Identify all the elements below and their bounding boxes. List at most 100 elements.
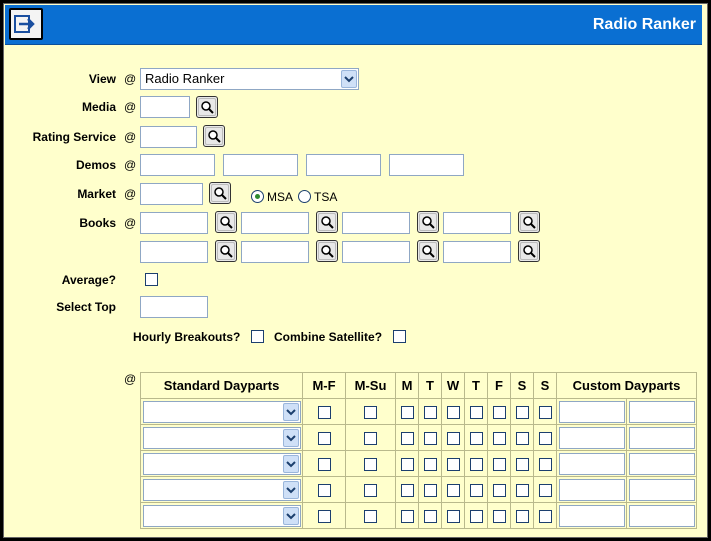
tsa-radio[interactable] xyxy=(298,190,311,203)
combine-satellite-checkbox[interactable] xyxy=(393,330,406,343)
book-input-7[interactable] xyxy=(342,241,410,263)
book-lookup-button-3[interactable] xyxy=(417,211,439,233)
day-checkbox-mon[interactable] xyxy=(400,405,414,419)
day-checkbox-mon[interactable] xyxy=(400,457,414,471)
day-checkbox-fri[interactable] xyxy=(492,483,506,497)
book-lookup-button-4[interactable] xyxy=(518,211,540,233)
standard-daypart-select[interactable] xyxy=(142,400,301,423)
standard-daypart-select[interactable] xyxy=(142,452,301,475)
book-lookup-button-6[interactable] xyxy=(316,240,338,262)
col-m-su: M-Su xyxy=(345,372,396,399)
book-lookup-button-1[interactable] xyxy=(215,211,237,233)
day-checkbox-thu[interactable] xyxy=(469,431,483,445)
day-checkbox-sat[interactable] xyxy=(515,509,529,523)
market-input[interactable] xyxy=(140,183,203,205)
book-lookup-button-5[interactable] xyxy=(215,240,237,262)
custom-daypart-end-input[interactable] xyxy=(628,452,695,475)
day-checkbox-tue[interactable] xyxy=(423,457,437,471)
day-checkbox-tue[interactable] xyxy=(423,483,437,497)
day-checkbox-sun[interactable] xyxy=(538,405,552,419)
day-checkbox-m-f[interactable] xyxy=(317,457,331,471)
book-lookup-button-7[interactable] xyxy=(417,240,439,262)
day-cell-m-f xyxy=(302,398,346,425)
day-checkbox-wed[interactable] xyxy=(446,509,460,523)
book-input-6[interactable] xyxy=(241,241,309,263)
day-checkbox-m-su[interactable] xyxy=(364,509,377,523)
day-checkbox-wed[interactable] xyxy=(446,405,460,419)
day-checkbox-fri[interactable] xyxy=(492,405,506,419)
day-checkbox-wed[interactable] xyxy=(446,483,460,497)
book-input-2[interactable] xyxy=(241,212,309,234)
book-input-1[interactable] xyxy=(140,212,208,234)
day-checkbox-thu[interactable] xyxy=(469,483,483,497)
custom-daypart-end-input[interactable] xyxy=(628,400,695,423)
custom-daypart-start-input[interactable] xyxy=(558,400,625,423)
magnifier-icon xyxy=(422,216,435,229)
book-lookup-button-8[interactable] xyxy=(518,240,540,262)
custom-daypart-start-input[interactable] xyxy=(558,426,625,449)
custom-daypart-start-input[interactable] xyxy=(558,478,625,501)
standard-daypart-select[interactable] xyxy=(142,426,301,449)
custom-daypart-end-input[interactable] xyxy=(628,426,695,449)
day-checkbox-wed[interactable] xyxy=(446,431,460,445)
book-input-5[interactable] xyxy=(140,241,208,263)
day-checkbox-thu[interactable] xyxy=(469,405,483,419)
view-select[interactable]: Radio Ranker xyxy=(140,68,359,90)
day-checkbox-sat[interactable] xyxy=(515,457,529,471)
day-checkbox-fri[interactable] xyxy=(492,509,506,523)
average-checkbox[interactable] xyxy=(145,273,158,286)
go-button[interactable] xyxy=(9,8,43,40)
day-checkbox-tue[interactable] xyxy=(423,405,437,419)
select-top-input[interactable] xyxy=(140,296,208,318)
day-checkbox-mon[interactable] xyxy=(400,431,414,445)
standard-daypart-select[interactable] xyxy=(142,504,301,527)
day-checkbox-thu[interactable] xyxy=(469,509,483,523)
custom-daypart-end-input[interactable] xyxy=(628,504,695,527)
market-lookup-button[interactable] xyxy=(209,182,231,204)
rating-service-at: @ xyxy=(124,130,137,144)
book-input-4[interactable] xyxy=(443,212,511,234)
demo-input-3[interactable] xyxy=(306,154,381,176)
day-checkbox-sat[interactable] xyxy=(515,431,529,445)
day-checkbox-m-su[interactable] xyxy=(364,457,377,471)
day-checkbox-m-su[interactable] xyxy=(364,405,377,419)
day-checkbox-m-su[interactable] xyxy=(364,483,377,497)
col-m-f: M-F xyxy=(302,372,346,399)
day-checkbox-sun[interactable] xyxy=(538,431,552,445)
day-checkbox-fri[interactable] xyxy=(492,457,506,471)
day-checkbox-sat[interactable] xyxy=(515,405,529,419)
day-checkbox-mon[interactable] xyxy=(400,483,414,497)
day-checkbox-sun[interactable] xyxy=(538,483,552,497)
day-checkbox-m-f[interactable] xyxy=(317,405,331,419)
day-cell-sat xyxy=(510,502,534,529)
day-checkbox-thu[interactable] xyxy=(469,457,483,471)
media-input[interactable] xyxy=(140,96,190,118)
day-checkbox-sat[interactable] xyxy=(515,483,529,497)
hourly-breakouts-checkbox[interactable] xyxy=(251,330,264,343)
day-checkbox-fri[interactable] xyxy=(492,431,506,445)
rating-service-input[interactable] xyxy=(140,126,197,148)
book-input-8[interactable] xyxy=(443,241,511,263)
standard-daypart-select[interactable] xyxy=(142,478,301,501)
custom-daypart-start-input[interactable] xyxy=(558,504,625,527)
demo-input-1[interactable] xyxy=(140,154,215,176)
day-checkbox-sun[interactable] xyxy=(538,457,552,471)
day-checkbox-m-f[interactable] xyxy=(317,509,331,523)
day-checkbox-m-f[interactable] xyxy=(317,483,331,497)
day-checkbox-sun[interactable] xyxy=(538,509,552,523)
demo-input-4[interactable] xyxy=(389,154,464,176)
book-input-3[interactable] xyxy=(342,212,410,234)
book-lookup-button-2[interactable] xyxy=(316,211,338,233)
custom-daypart-end-input[interactable] xyxy=(628,478,695,501)
day-checkbox-m-su[interactable] xyxy=(364,431,377,445)
msa-radio[interactable] xyxy=(251,190,264,203)
day-checkbox-wed[interactable] xyxy=(446,457,460,471)
rating-service-lookup-button[interactable] xyxy=(203,125,225,147)
day-checkbox-tue[interactable] xyxy=(423,431,437,445)
custom-daypart-start-input[interactable] xyxy=(558,452,625,475)
day-checkbox-mon[interactable] xyxy=(400,509,414,523)
day-checkbox-tue[interactable] xyxy=(423,509,437,523)
day-checkbox-m-f[interactable] xyxy=(317,431,331,445)
demo-input-2[interactable] xyxy=(223,154,298,176)
media-lookup-button[interactable] xyxy=(196,96,218,118)
